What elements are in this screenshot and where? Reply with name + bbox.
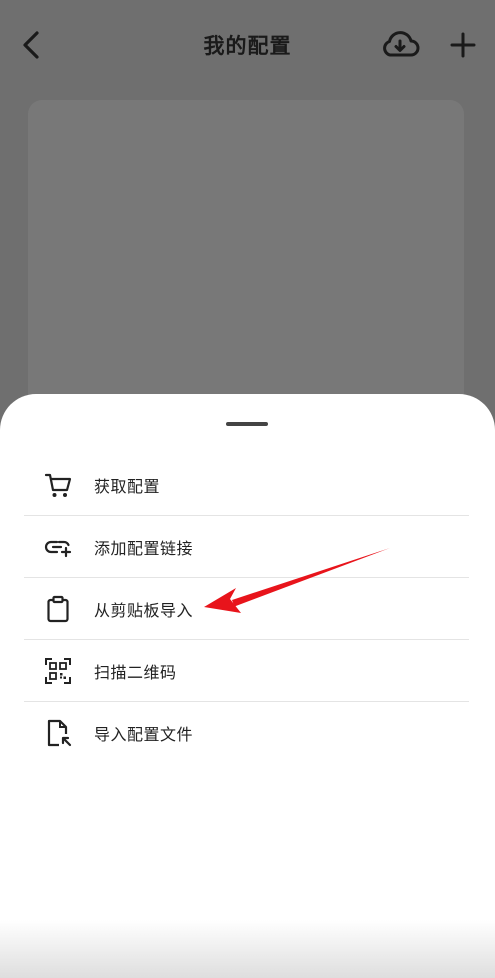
- clipboard-icon: [44, 595, 72, 623]
- menu-item-import-clipboard[interactable]: 从剪贴板导入: [24, 578, 469, 640]
- config-card: [28, 100, 464, 440]
- menu-item-label: 从剪贴板导入: [94, 600, 194, 620]
- drag-handle[interactable]: [226, 422, 268, 426]
- app-header: 我的配置: [0, 0, 495, 90]
- menu-item-label: 获取配置: [94, 476, 161, 496]
- menu-item-add-link[interactable]: 添加配置链接: [24, 516, 469, 578]
- menu-item-import-file[interactable]: 导入配置文件: [24, 702, 469, 763]
- cloud-download-button[interactable]: [378, 26, 422, 64]
- qr-scan-icon: [44, 657, 72, 685]
- add-button[interactable]: [446, 28, 480, 62]
- import-menu: 获取配置 添加配置链接 从剪贴板导入 扫描二维码 导入配置文件: [24, 454, 469, 763]
- menu-item-get-config[interactable]: 获取配置: [24, 454, 469, 516]
- bottom-fade: [0, 920, 495, 978]
- bottom-sheet: 获取配置 添加配置链接 从剪贴板导入 扫描二维码 导入配置文件: [0, 394, 495, 978]
- cart-icon: [44, 471, 72, 499]
- menu-item-label: 导入配置文件: [94, 724, 194, 744]
- cloud-download-icon: [383, 31, 420, 57]
- plus-icon: [450, 32, 476, 58]
- file-import-icon: [44, 719, 72, 747]
- menu-item-scan-qr[interactable]: 扫描二维码: [24, 640, 469, 702]
- link-add-icon: [44, 533, 72, 561]
- menu-item-label: 扫描二维码: [94, 662, 177, 682]
- menu-item-label: 添加配置链接: [94, 538, 194, 558]
